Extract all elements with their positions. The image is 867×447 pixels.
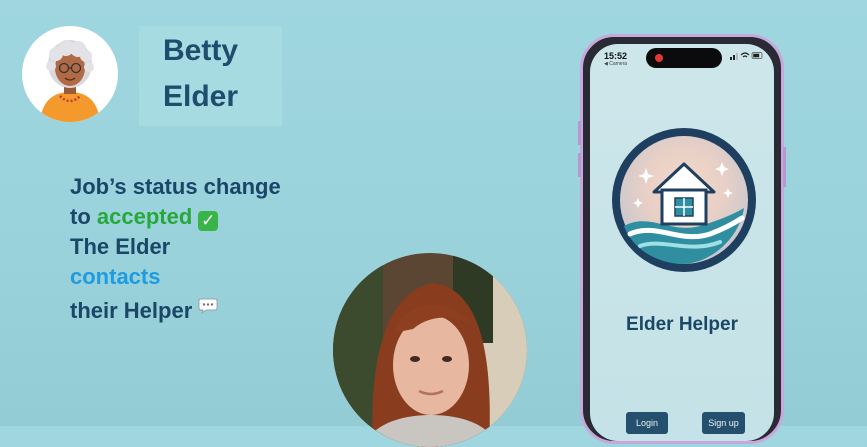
signup-button[interactable]: Sign up — [702, 412, 745, 434]
back-to-app-link[interactable]: ◀ Camera — [604, 61, 627, 67]
status-line-5: their Helper — [70, 292, 370, 326]
wifi-icon — [740, 52, 750, 58]
phone-mockup: 15:52 ◀ Camera Elder Helper Login Sign u… — [578, 34, 786, 444]
status-line-2-prefix: to — [70, 204, 97, 229]
phone-status-bar: 15:52 ◀ Camera — [590, 44, 774, 68]
recording-indicator-icon — [655, 54, 663, 62]
phone-volume-down — [578, 153, 581, 177]
persona-header: Betty Elder — [22, 26, 282, 126]
first-name: Betty — [163, 34, 239, 67]
status-line-2: to accepted ✓ — [70, 202, 370, 232]
name-card: Betty Elder — [139, 26, 282, 126]
presenter-video — [333, 253, 527, 447]
elder-helper-logo — [610, 126, 758, 274]
last-name: Elder — [163, 80, 239, 113]
speech-bubble-icon — [198, 292, 218, 322]
accepted-highlight: accepted — [96, 204, 193, 229]
elder-avatar — [22, 26, 118, 122]
signal-icon — [730, 53, 738, 60]
status-line-1: Job’s status change — [70, 174, 281, 199]
dynamic-island — [646, 48, 722, 68]
status-time: 15:52 — [604, 51, 628, 61]
system-icons — [730, 51, 764, 62]
status-description: Job’s status change to accepted ✓ The Eld… — [70, 172, 370, 326]
app-title: Elder Helper — [626, 314, 738, 335]
phone-volume-up — [578, 121, 581, 145]
login-button[interactable]: Login — [626, 412, 668, 434]
check-mark-icon: ✓ — [198, 211, 219, 231]
status-line-3: The Elder — [70, 234, 171, 259]
phone-power-button — [783, 147, 786, 187]
contacts-highlight: contacts — [70, 264, 161, 289]
phone-screen: 15:52 ◀ Camera Elder Helper Login Sign u… — [590, 44, 774, 441]
status-line-5-text: their Helper — [70, 298, 193, 323]
battery-icon — [751, 52, 763, 59]
